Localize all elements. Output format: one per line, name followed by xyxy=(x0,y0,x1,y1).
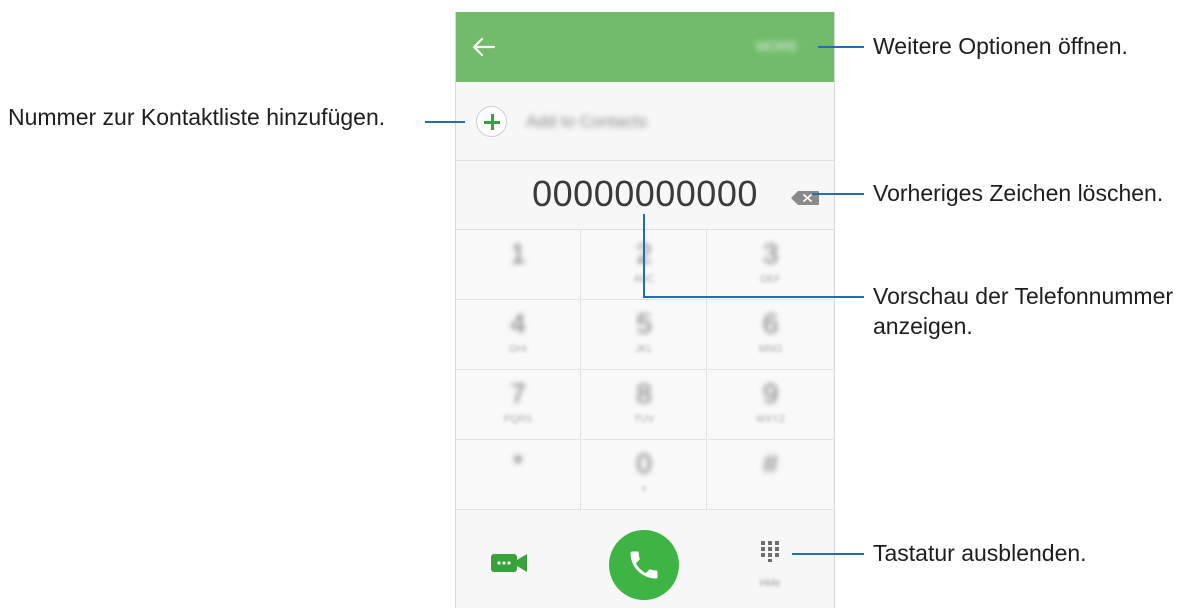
keypad-key[interactable]: 5 JKL xyxy=(582,300,707,370)
bottom-action-bar: Hide xyxy=(456,510,834,608)
keypad-key-digit: 6 xyxy=(762,308,779,339)
annotation-delete-char: Vorheriges Zeichen löschen. xyxy=(873,180,1164,206)
callout-line-preview-vertical xyxy=(643,214,645,297)
plus-circle-icon[interactable] xyxy=(476,106,507,137)
arrow-left-icon[interactable] xyxy=(470,34,498,60)
keypad-key-letters: DEF xyxy=(760,274,781,285)
keypad-key[interactable]: 6 MNO xyxy=(708,300,833,370)
keypad-key[interactable]: # xyxy=(708,440,833,510)
keypad-key-digit: 1 xyxy=(510,238,526,269)
keypad-key-digit: # xyxy=(762,448,779,479)
keypad-key-digit: 8 xyxy=(636,378,652,409)
keypad-key-digit: 9 xyxy=(762,378,779,409)
keypad-key[interactable]: 4 GHI xyxy=(456,300,581,370)
dialpad-icon[interactable] xyxy=(759,540,781,562)
callout-line-hide-keypad xyxy=(792,553,864,555)
video-call-icon[interactable] xyxy=(490,552,528,574)
keypad-key-digit: 5 xyxy=(636,308,652,339)
keypad-key-digit: * xyxy=(512,448,524,479)
top-app-bar: MORE xyxy=(456,12,834,82)
keypad-key[interactable]: 9 WXYZ xyxy=(708,370,833,440)
add-to-contacts-row[interactable]: Add to Contacts xyxy=(456,82,834,161)
keypad-key-letters: + xyxy=(641,484,647,495)
keypad-key-letters: WXYZ xyxy=(756,414,785,425)
keypad-key[interactable]: 7 PQRS xyxy=(456,370,581,440)
keypad-key-letters: PQRS xyxy=(503,414,533,425)
annotation-add-contact: Nummer zur Kontaktliste hinzufügen. xyxy=(8,104,386,130)
keypad-key-letters: JKL xyxy=(635,344,653,355)
annotation-preview-line2: anzeigen. xyxy=(873,313,973,339)
keypad-key[interactable]: 3 DEF xyxy=(708,230,833,300)
callout-line-preview-horizontal xyxy=(643,296,864,298)
keypad-key-digit: 3 xyxy=(762,238,779,269)
annotation-hide-keypad: Tastatur ausblenden. xyxy=(873,540,1087,566)
phone-icon xyxy=(630,551,658,579)
keypad-key-digit: 4 xyxy=(510,308,526,339)
keypad-key[interactable]: 1 xyxy=(456,230,581,300)
add-to-contacts-label: Add to Contacts xyxy=(526,112,647,131)
keypad-key-letters: MNO xyxy=(758,344,783,355)
callout-line-backspace xyxy=(812,193,864,195)
keypad-key-letters: TUV xyxy=(634,414,654,425)
keypad-key-digit: 7 xyxy=(510,378,526,409)
call-button[interactable] xyxy=(609,530,679,600)
callout-line-add-contact xyxy=(425,121,465,123)
callout-line-more xyxy=(818,46,864,48)
keypad-key[interactable]: * xyxy=(456,440,581,510)
keypad-key-letters: GHI xyxy=(509,344,527,355)
annotation-preview-line1: Vorschau der Telefonnummer xyxy=(873,283,1174,309)
keypad-key[interactable]: 8 TUV xyxy=(582,370,707,440)
number-display-row: 00000000000 xyxy=(456,161,834,230)
keypad-key-digit: 0 xyxy=(636,448,652,479)
keypad-key[interactable]: 0 + xyxy=(582,440,707,510)
phone-screen: MORE Add to Contacts 00000000000 12ABC3D… xyxy=(455,12,835,608)
hide-keypad-label: Hide xyxy=(759,578,781,589)
annotation-more-options: Weitere Optionen öffnen. xyxy=(873,33,1128,59)
phone-number-display: 00000000000 xyxy=(532,173,758,214)
more-options-button[interactable]: MORE xyxy=(756,38,814,56)
